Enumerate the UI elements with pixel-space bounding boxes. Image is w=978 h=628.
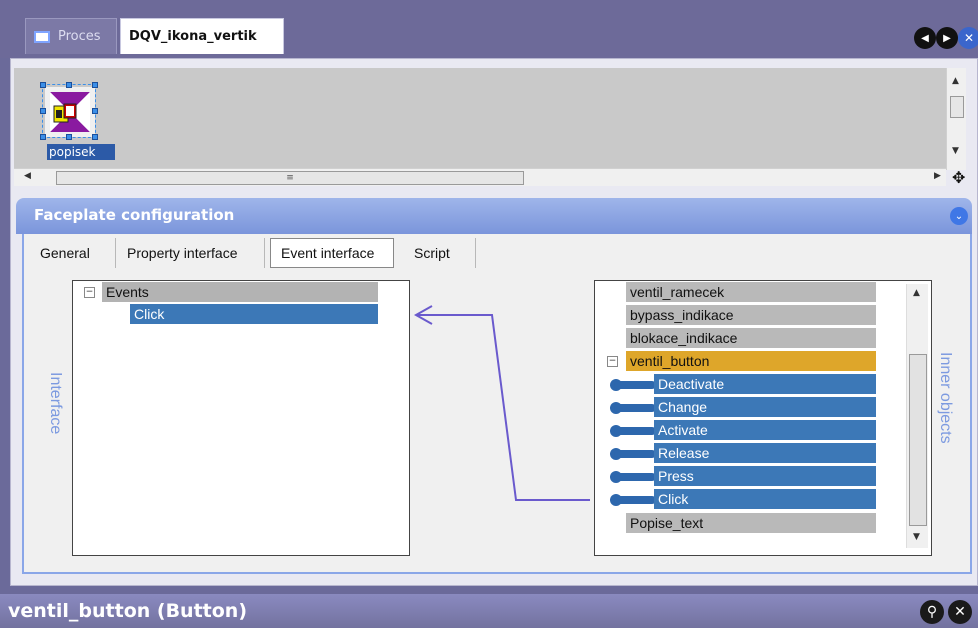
selected-object-title: ventil_button (Button) — [8, 600, 248, 622]
close-icon[interactable]: ✕ — [948, 600, 972, 624]
event-connection-arrow — [413, 305, 590, 501]
pin-icon[interactable]: ⚲ — [920, 600, 944, 624]
properties-bar: ventil_button (Button) — [0, 594, 978, 628]
